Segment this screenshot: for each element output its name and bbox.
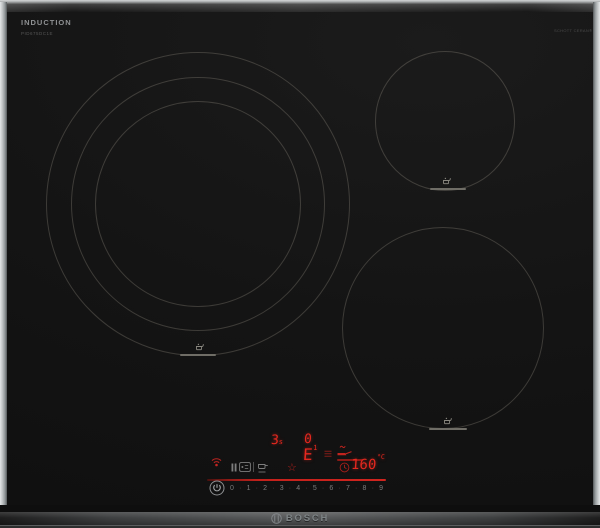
zone-large-ring-inner — [95, 101, 301, 307]
slider-number[interactable]: 5 — [313, 485, 317, 492]
pan-position-icon — [444, 417, 452, 425]
star-icon[interactable]: ☆ — [287, 462, 297, 473]
slider-number[interactable]: 3 — [280, 485, 284, 492]
slider-dot: · — [371, 484, 374, 492]
slider-track[interactable] — [207, 479, 386, 481]
slider-dot: · — [239, 484, 242, 492]
pause-icon[interactable] — [231, 463, 237, 472]
menu-lines-icon — [324, 450, 332, 457]
slider-dot: · — [305, 484, 308, 492]
slider-number[interactable]: 8 — [363, 485, 367, 492]
power-level-slider[interactable]: 0 · 1 · 2 · 3 · 4 · 5 · 6 · 7 · 8 · 9 — [230, 483, 383, 493]
slider-number[interactable]: 0 — [230, 485, 234, 492]
temperature-display: 160 — [350, 457, 377, 473]
zone-code: E — [302, 445, 314, 464]
bosch-logo-text: BOSCH — [285, 512, 330, 524]
slider-dot: · — [288, 484, 292, 492]
pan-position-icon — [196, 343, 204, 351]
delay-unit: s — [278, 438, 284, 446]
slider-dot: · — [255, 484, 258, 492]
frying-pan-icon[interactable] — [335, 443, 353, 459]
home-connect-icon[interactable] — [239, 462, 251, 472]
wifi-icon — [211, 458, 222, 467]
slider-dot: · — [272, 484, 275, 492]
slider-dot: · — [321, 484, 325, 492]
zone-bottom-right-ring — [342, 227, 544, 429]
pan-select-icon[interactable] — [256, 460, 269, 474]
zone-align-line — [429, 428, 467, 430]
bosch-armature-icon — [271, 513, 282, 524]
induction-label: INDUCTION — [21, 18, 72, 27]
zone-align-line — [430, 188, 466, 190]
slider-dot: · — [338, 484, 341, 492]
slider-number[interactable]: 7 — [346, 485, 350, 492]
zone-code-display: E1 — [302, 444, 318, 464]
induction-cooktop: INDUCTION PID675DC1E SCHOTT CERAN® 3s 0 … — [0, 0, 600, 528]
slider-number[interactable]: 6 — [329, 485, 333, 492]
zone-align-line — [180, 354, 216, 356]
key-divider — [253, 462, 254, 472]
model-number: PID675DC1E — [21, 31, 54, 36]
right-trim — [593, 2, 600, 505]
slider-dot: · — [355, 484, 358, 492]
slider-number[interactable]: 1 — [247, 485, 251, 492]
slider-number[interactable]: 9 — [379, 485, 383, 492]
bosch-logo: BOSCH — [0, 512, 600, 525]
glass-brand-mark: SCHOTT CERAN® — [554, 28, 593, 33]
delay-display: 3s — [270, 433, 284, 448]
power-icon[interactable] — [209, 480, 225, 496]
pan-position-icon — [443, 177, 451, 185]
left-trim — [0, 2, 7, 505]
slider-number[interactable]: 4 — [296, 485, 300, 492]
zone-top-right-ring — [375, 51, 515, 191]
slider-number[interactable]: 2 — [263, 485, 267, 492]
top-trim — [0, 0, 600, 12]
temperature-value: 160 — [350, 457, 377, 473]
clock-icon[interactable] — [339, 462, 350, 473]
zone-code-sup: 1 — [312, 444, 318, 452]
temperature-unit: °C — [376, 453, 386, 461]
